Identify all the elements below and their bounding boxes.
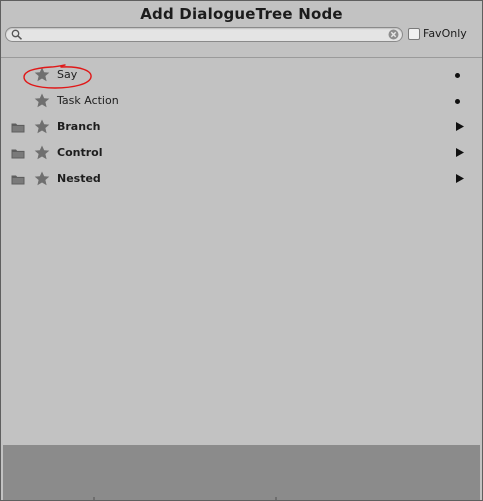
footer-tick — [275, 497, 277, 500]
node-label: Say — [57, 68, 78, 81]
chevron-right-icon — [456, 148, 464, 157]
bullet-icon — [455, 99, 460, 104]
node-label: Nested — [57, 172, 101, 185]
star-icon[interactable] — [34, 119, 50, 134]
description-panel — [3, 445, 480, 500]
footer-edge — [3, 497, 480, 500]
fav-only-label: FavOnly — [423, 27, 467, 40]
node-category-control[interactable]: Control — [1, 140, 482, 166]
chevron-right-icon — [456, 174, 464, 183]
fav-only-checkbox[interactable] — [408, 28, 420, 40]
window-header: Add DialogueTree Node FavOnly — [1, 1, 482, 58]
search-icon — [11, 29, 23, 40]
node-label: Branch — [57, 120, 101, 133]
folder-icon — [11, 123, 25, 133]
footer-tick — [93, 497, 95, 500]
search-bar[interactable] — [5, 27, 403, 42]
bullet-icon — [455, 73, 460, 78]
node-list: Say Task Action Branch Control Nested — [1, 62, 482, 192]
star-icon[interactable] — [34, 171, 50, 186]
node-item-task-action[interactable]: Task Action — [1, 88, 482, 114]
add-node-window: Add DialogueTree Node FavOnly Say Task A… — [0, 0, 483, 501]
node-label: Control — [57, 146, 103, 159]
node-item-say[interactable]: Say — [1, 62, 482, 88]
chevron-right-icon — [456, 122, 464, 131]
node-label: Task Action — [57, 94, 119, 107]
folder-icon — [11, 175, 25, 185]
star-icon[interactable] — [34, 67, 50, 82]
node-category-branch[interactable]: Branch — [1, 114, 482, 140]
star-icon[interactable] — [34, 145, 50, 160]
window-title: Add DialogueTree Node — [140, 5, 343, 23]
node-category-nested[interactable]: Nested — [1, 166, 482, 192]
folder-icon — [11, 149, 25, 159]
star-icon[interactable] — [34, 93, 50, 108]
search-input[interactable] — [24, 28, 384, 41]
clear-icon[interactable] — [388, 29, 399, 40]
